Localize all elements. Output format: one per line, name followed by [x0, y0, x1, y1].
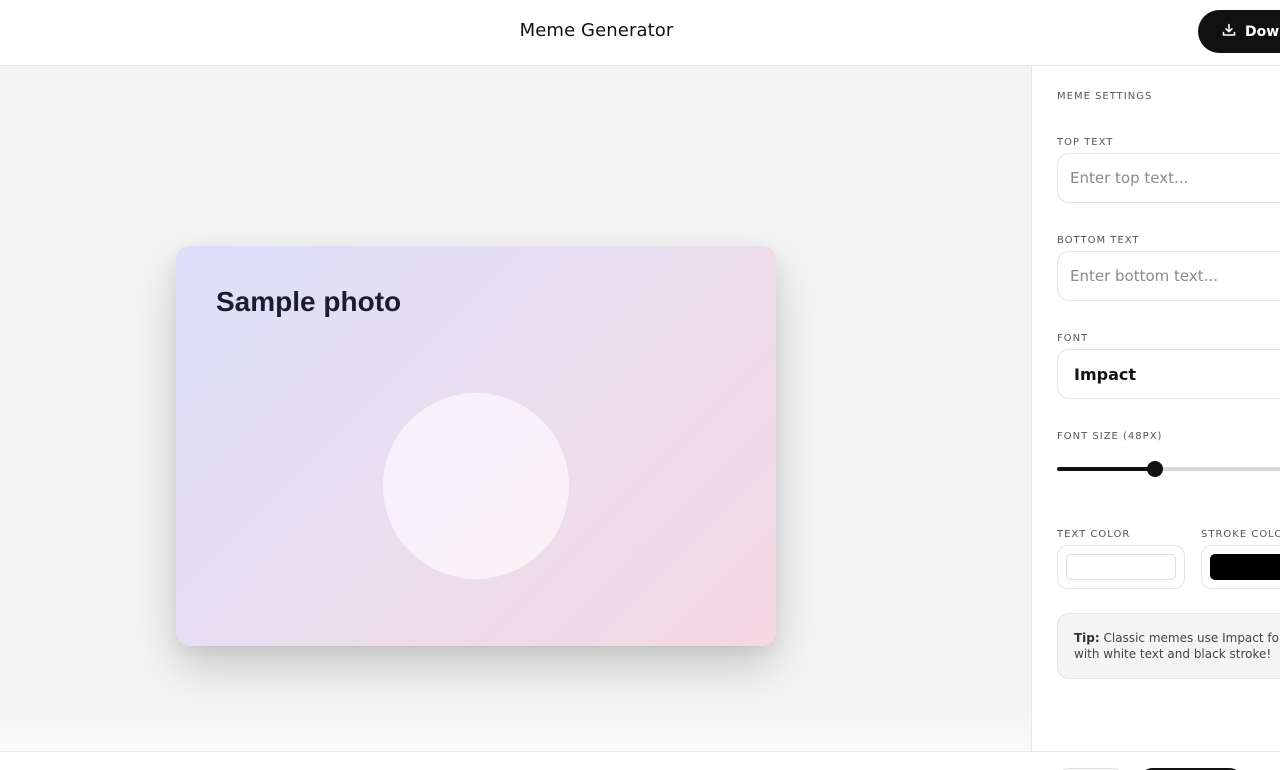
text-color-picker[interactable]: [1057, 545, 1185, 589]
top-text-input[interactable]: [1057, 153, 1280, 203]
font-size-slider[interactable]: [1057, 461, 1280, 477]
meme-preview[interactable]: Sample photo: [176, 246, 776, 646]
download-label: Download: [1245, 23, 1280, 40]
slider-thumb[interactable]: [1147, 461, 1163, 477]
tip-text: Classic memes use Impact font with white…: [1074, 631, 1280, 661]
tip-prefix: Tip:: [1074, 631, 1100, 645]
font-select-value: Impact: [1074, 364, 1137, 384]
photo-placeholder-circle: [383, 393, 569, 579]
text-color-swatch: [1066, 554, 1176, 580]
app-header: Meme Generator Download: [0, 0, 1280, 66]
font-size-label: FONT SIZE (48PX): [1057, 431, 1163, 442]
top-text-label: TOP TEXT: [1057, 137, 1114, 148]
text-color-label: TEXT COLOR: [1057, 529, 1131, 540]
settings-panel: MEME SETTINGS TOP TEXT BOTTOM TEXT FONT …: [1033, 66, 1280, 752]
bottom-bar: [0, 751, 1280, 770]
bottom-text-label: BOTTOM TEXT: [1057, 235, 1140, 246]
photo-label: Sample photo: [216, 286, 402, 317]
font-select[interactable]: Impact: [1057, 349, 1280, 399]
download-icon: [1222, 23, 1236, 41]
settings-title: MEME SETTINGS: [1057, 91, 1153, 102]
stroke-color-label: STROKE COLOR: [1201, 529, 1280, 540]
app-title: Meme Generator: [519, 20, 674, 41]
stroke-color-picker[interactable]: [1201, 545, 1280, 589]
font-label: FONT: [1057, 333, 1089, 344]
tip-box: Tip: Classic memes use Impact font with …: [1057, 613, 1280, 679]
bottom-text-input[interactable]: [1057, 251, 1280, 301]
slider-fill: [1057, 467, 1155, 471]
meme-canvas: Sample photo: [0, 66, 1032, 752]
stroke-color-swatch: [1210, 554, 1280, 580]
download-button[interactable]: Download: [1198, 10, 1280, 53]
